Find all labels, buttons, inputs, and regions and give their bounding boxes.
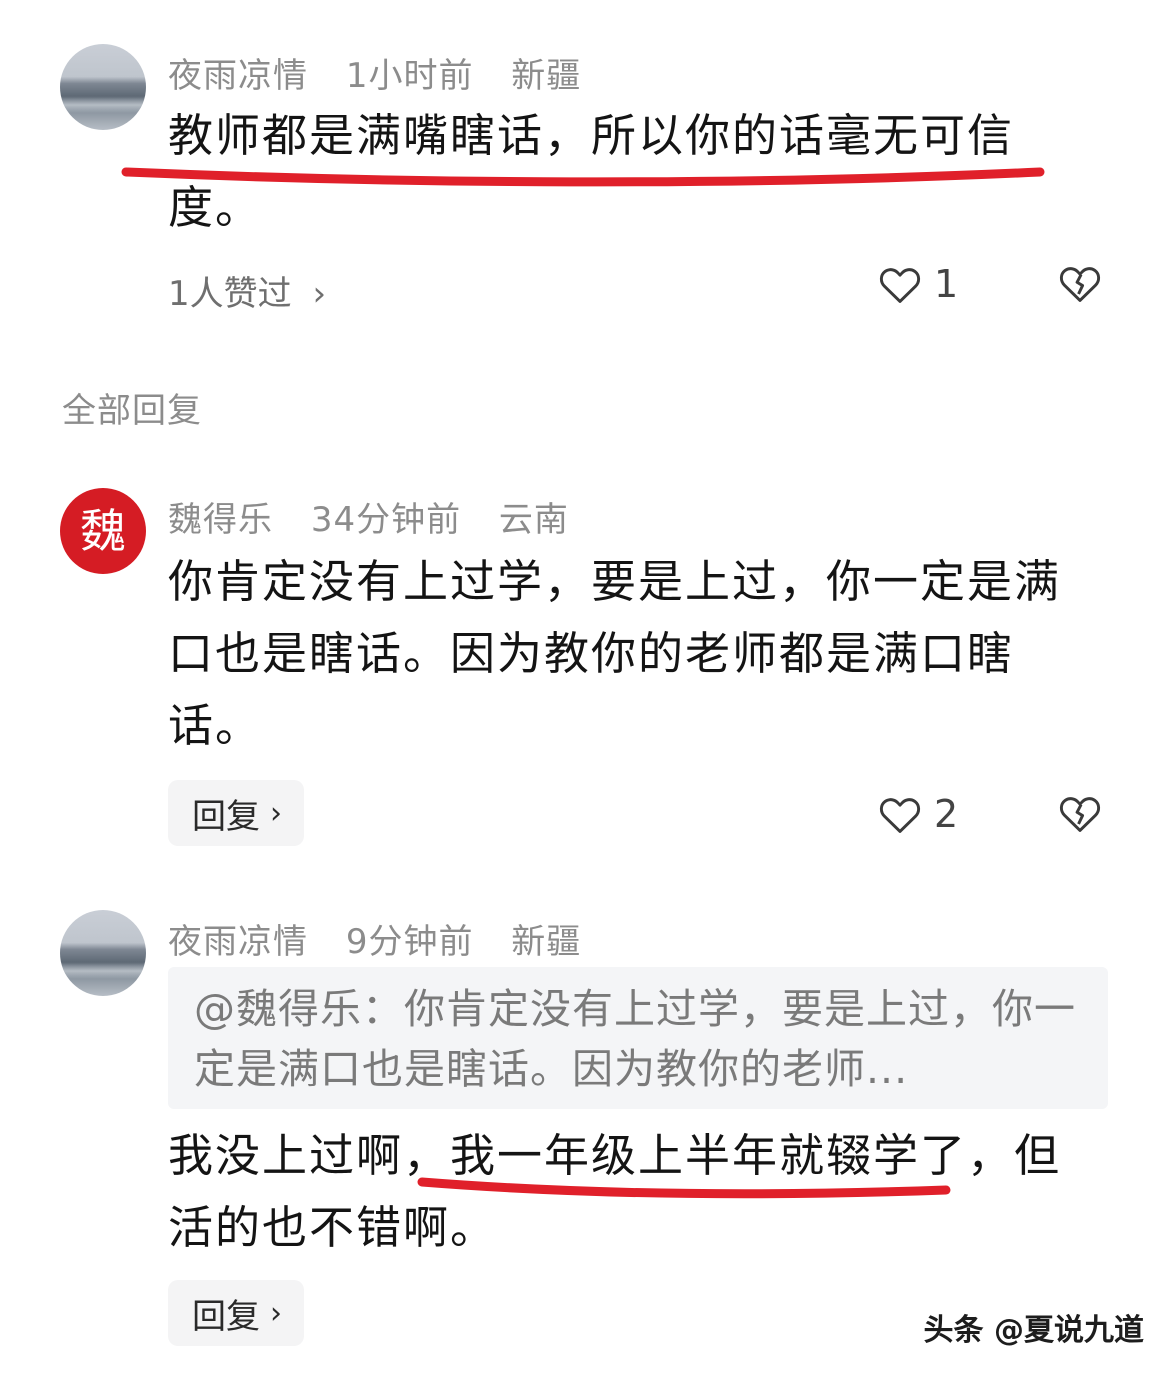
quoted-reply-text: @魏得乐：你肯定没有上过学，要是上过，你一定是满口也是瞎话。因为教你的老师... — [194, 985, 1076, 1093]
chevron-right-icon: › — [312, 274, 327, 314]
reply-1-text: 你肯定没有上过学，要是上过，你一定是满口也是瞎话。因为教你的老师都是满口瞎话。 — [168, 555, 1062, 752]
avatar-yeyu-2[interactable] — [60, 910, 146, 996]
avatar-seal-glyph: 魏 — [80, 504, 126, 558]
comment-time: 1小时前 — [345, 56, 474, 96]
reply-1-time: 34分钟前 — [310, 500, 462, 540]
replies-header: 全部回复 — [62, 391, 202, 431]
reply-2-location: 新疆 — [511, 922, 582, 962]
reply-1-reply-button[interactable]: 回复 › — [168, 780, 304, 846]
likes-summary-label: 1人赞过 — [168, 274, 292, 314]
broken-heart-icon — [1059, 797, 1101, 832]
heart-outline-icon — [879, 268, 921, 303]
reply-2-time: 9分钟前 — [345, 922, 474, 962]
reply-1-dislike-button[interactable] — [1058, 792, 1102, 834]
reply-1-reply-label: 回复 — [192, 796, 260, 837]
reply-1-username[interactable]: 魏得乐 — [168, 500, 273, 540]
avatar-sea-foam — [60, 963, 146, 979]
reply-2-text: 我没上过啊，我一年级上半年就辍学了，但活的也不错啊。 — [168, 1129, 1062, 1254]
reply-2-meta: 夜雨凉情 9分钟前 新疆 — [168, 914, 607, 963]
like-count: 1 — [934, 262, 959, 306]
comment-location: 新疆 — [511, 56, 582, 96]
reply-1-meta: 魏得乐 34分钟前 云南 — [168, 492, 595, 541]
heart-outline-icon — [879, 798, 921, 833]
reply-2-reply-button[interactable]: 回复 › — [168, 1280, 304, 1346]
comment-meta: 夜雨凉情 1小时前 新疆 — [168, 48, 607, 97]
avatar-yeyu[interactable] — [60, 44, 146, 130]
avatar-weidele[interactable]: 魏 — [60, 488, 146, 574]
dislike-button[interactable] — [1058, 262, 1102, 304]
chevron-right-icon: › — [270, 795, 282, 831]
quoted-reply-box[interactable]: @魏得乐：你肯定没有上过学，要是上过，你一定是满口也是瞎话。因为教你的老师... — [168, 967, 1108, 1109]
comment-text: 教师都是满嘴瞎话，所以你的话毫无可信度。 — [168, 109, 1015, 234]
like-button[interactable]: 1 — [878, 262, 958, 306]
reply-1-location: 云南 — [498, 500, 569, 540]
chevron-right-icon: › — [270, 1295, 282, 1331]
reply-1-like-count: 2 — [934, 792, 959, 836]
likes-summary-link[interactable]: 1人赞过 › — [168, 266, 326, 315]
broken-heart-icon — [1059, 267, 1101, 302]
reply-2-reply-label: 回复 — [192, 1296, 260, 1337]
reply-2-username[interactable]: 夜雨凉情 — [168, 922, 308, 962]
reply-1-like-button[interactable]: 2 — [878, 792, 958, 836]
avatar-sea-foam — [60, 97, 146, 113]
watermark: 头条 @夏说九道 — [923, 1313, 1144, 1348]
comment-username[interactable]: 夜雨凉情 — [168, 56, 308, 96]
